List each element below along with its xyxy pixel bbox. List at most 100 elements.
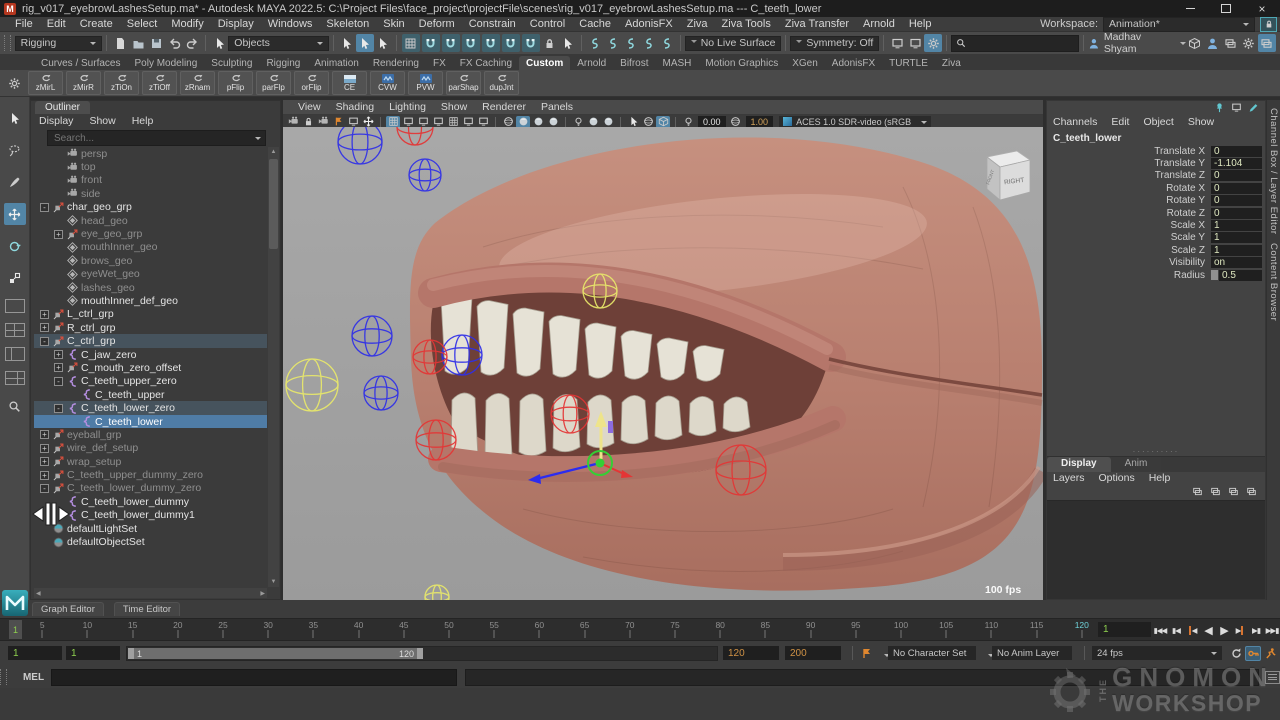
shelf-item-cvw[interactable]: CVW bbox=[370, 71, 405, 95]
shelf-tab-mash[interactable]: MASH bbox=[656, 56, 699, 70]
workspace-dropdown[interactable]: Animation* bbox=[1103, 17, 1255, 32]
tool-rotate[interactable] bbox=[4, 235, 26, 257]
shelf-item-orflip[interactable]: orFlip bbox=[294, 71, 329, 95]
create-empty-layer-icon[interactable] bbox=[1228, 486, 1239, 500]
layout-persp-outliner[interactable] bbox=[5, 347, 25, 361]
side-tab-content-browser[interactable]: Content Browser bbox=[1268, 243, 1279, 321]
channel-box-menu-channels[interactable]: Channels bbox=[1053, 116, 1097, 128]
outliner-item-c-teeth-lower-dummy[interactable]: C_teeth_lower_dummy bbox=[34, 495, 267, 508]
snap-to-curve-icon[interactable] bbox=[422, 34, 440, 52]
viewport-menu-show[interactable]: Show bbox=[434, 101, 474, 113]
expand-toggle-icon[interactable]: - bbox=[54, 377, 63, 386]
output-connections-icon[interactable] bbox=[622, 34, 640, 52]
layer-menu-help[interactable]: Help bbox=[1149, 472, 1171, 484]
expand-toggle-icon[interactable]: - bbox=[40, 337, 49, 346]
layer-tab-display[interactable]: Display bbox=[1047, 457, 1111, 472]
x-ray-icon[interactable] bbox=[641, 116, 655, 128]
outliner-item-front[interactable]: front bbox=[34, 174, 267, 187]
outliner-vscrollbar[interactable]: ▲ ▼ bbox=[268, 147, 279, 587]
outliner-item-defaultlightset[interactable]: defaultLightSet bbox=[34, 522, 267, 535]
dock-splitter[interactable]: ·········· bbox=[1047, 448, 1265, 454]
menu-display[interactable]: Display bbox=[211, 18, 261, 30]
play-backwards-button[interactable]: ◀ bbox=[1200, 621, 1216, 639]
go-to-start-button[interactable]: ▮◀◀ bbox=[1152, 621, 1168, 639]
channel-value-field[interactable]: 0.5 bbox=[1219, 270, 1262, 281]
channel-value-field[interactable]: on bbox=[1211, 257, 1262, 268]
outliner-item-brows-geo[interactable]: brows_geo bbox=[34, 254, 267, 267]
expand-toggle-icon[interactable]: + bbox=[40, 430, 49, 439]
shelf-item-zmirl[interactable]: zMirL bbox=[28, 71, 63, 95]
exposure-icon[interactable] bbox=[681, 116, 695, 128]
menuset-dropdown[interactable]: Rigging bbox=[15, 36, 103, 51]
step-forward-frame-button[interactable]: ▶▮ bbox=[1248, 621, 1264, 639]
shelf-tab-xgen[interactable]: XGen bbox=[785, 56, 825, 70]
two-d-pan-zoom-icon[interactable] bbox=[361, 116, 375, 128]
viewport-menu-panels[interactable]: Panels bbox=[534, 101, 580, 113]
shelf-tab-fx-caching[interactable]: FX Caching bbox=[453, 56, 519, 70]
channel-box-toggle-icon[interactable] bbox=[1258, 34, 1276, 52]
shadows-icon[interactable] bbox=[586, 116, 600, 128]
current-frame-marker[interactable]: 1 bbox=[9, 620, 22, 639]
outliner-item-side[interactable]: side bbox=[34, 187, 267, 200]
layout-single-pane[interactable] bbox=[5, 299, 25, 313]
layer-tab-anim[interactable]: Anim bbox=[1111, 457, 1162, 472]
menu-help[interactable]: Help bbox=[902, 18, 939, 30]
playback-start-field[interactable]: 1 bbox=[66, 646, 120, 660]
channel-value-field[interactable]: 0 bbox=[1211, 170, 1262, 181]
outliner-item-l-ctrl-grp[interactable]: +L_ctrl_grp bbox=[34, 308, 267, 321]
move-layer-up-icon[interactable] bbox=[1192, 486, 1203, 500]
snap-to-view-plane-icon[interactable] bbox=[482, 34, 500, 52]
shelf-tab-rendering[interactable]: Rendering bbox=[366, 56, 426, 70]
outliner-item-c-teeth-upper[interactable]: C_teeth_upper bbox=[34, 388, 267, 401]
expand-toggle-icon[interactable]: + bbox=[54, 363, 63, 372]
shelf-item-ztion[interactable]: zTiOn bbox=[104, 71, 139, 95]
outliner-item-r-ctrl-grp[interactable]: +R_ctrl_grp bbox=[34, 321, 267, 334]
toolbar-grip[interactable] bbox=[4, 35, 11, 51]
expand-toggle-icon[interactable]: + bbox=[54, 350, 63, 359]
outliner-item-c-teeth-lower-dummy-zero[interactable]: -C_teeth_lower_dummy_zero bbox=[34, 482, 267, 495]
viewport-menu-view[interactable]: View bbox=[291, 101, 328, 113]
mel-input[interactable] bbox=[51, 669, 457, 686]
textured-icon[interactable] bbox=[531, 116, 545, 128]
mel-label[interactable]: MEL bbox=[23, 672, 44, 683]
channel-slider-handle[interactable] bbox=[1211, 270, 1218, 280]
menu-ziva[interactable]: Ziva bbox=[680, 18, 715, 30]
menu-file[interactable]: File bbox=[8, 18, 40, 30]
expand-toggle-icon[interactable]: - bbox=[40, 203, 49, 212]
tool-paint-select[interactable] bbox=[4, 171, 26, 193]
select-by-object-icon[interactable] bbox=[356, 34, 374, 52]
outliner-search[interactable] bbox=[47, 130, 266, 146]
expand-toggle-icon[interactable]: + bbox=[40, 457, 49, 466]
gamma-icon[interactable] bbox=[729, 116, 743, 128]
gamma-field[interactable]: 1.00 bbox=[746, 116, 774, 127]
create-layer-from-selected-icon[interactable] bbox=[1246, 486, 1257, 500]
redo-icon[interactable] bbox=[183, 34, 201, 52]
range-end-handle[interactable] bbox=[417, 648, 423, 659]
step-forward-key-button[interactable]: ▶ bbox=[1232, 621, 1248, 639]
expand-toggle-icon[interactable]: + bbox=[40, 323, 49, 332]
side-tab-channel-box-layer-editor[interactable]: Channel Box / Layer Editor bbox=[1268, 108, 1279, 235]
undo-icon[interactable] bbox=[165, 34, 183, 52]
input-connections-icon[interactable] bbox=[604, 34, 622, 52]
animation-end-field[interactable]: 200 bbox=[785, 646, 841, 660]
anim-layer-dropdown[interactable]: No Anim Layer bbox=[992, 646, 1072, 660]
step-back-frame-button[interactable]: ▮◀ bbox=[1168, 621, 1184, 639]
outliner-item-mouthinner-def-geo[interactable]: mouthInner_def_geo bbox=[34, 294, 267, 307]
shelf-tab-animation[interactable]: Animation bbox=[307, 56, 365, 70]
outliner-item-c-teeth-lower[interactable]: C_teeth_lower bbox=[34, 415, 267, 428]
exposure-field[interactable]: 0.00 bbox=[698, 116, 726, 127]
shelf-tab-bifrost[interactable]: Bifrost bbox=[613, 56, 655, 70]
shelf-item-parshap[interactable]: parShap bbox=[446, 71, 481, 95]
script-editor-icon[interactable] bbox=[1265, 671, 1280, 684]
make-live-icon[interactable] bbox=[502, 34, 520, 52]
shelf-item-ztioff[interactable]: zTiOff bbox=[142, 71, 177, 95]
lock-selection-icon[interactable] bbox=[541, 34, 559, 52]
layer-list[interactable] bbox=[1047, 500, 1265, 599]
ipr-render-icon[interactable] bbox=[906, 34, 924, 52]
field-chart-icon[interactable] bbox=[446, 116, 460, 128]
viewport-3d-scene[interactable]: FRONTRIGHT100 fps bbox=[283, 127, 1043, 600]
construction-history-icon[interactable] bbox=[640, 34, 658, 52]
outliner-item-eyewet-geo[interactable]: eyeWet_geo bbox=[34, 268, 267, 281]
shelf-tab-adonisfx[interactable]: AdonisFX bbox=[825, 56, 882, 70]
toolbar-search[interactable] bbox=[951, 35, 1079, 52]
